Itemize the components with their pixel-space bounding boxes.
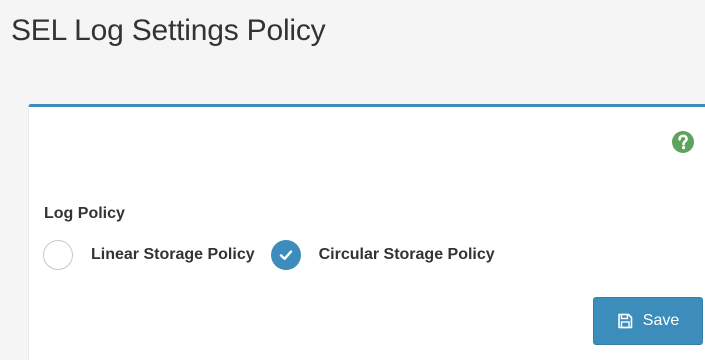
log-policy-radio-group: Linear Storage Policy Circular Storage P… [43,238,495,272]
page: SEL Log Settings Policy Log Policy Linea… [0,0,705,360]
floppy-disk-icon [617,313,633,329]
settings-panel: Log Policy Linear Storage Policy Circula… [28,104,705,360]
linear-storage-policy-option[interactable]: Linear Storage Policy [43,240,255,270]
question-circle-icon [672,131,694,153]
help-icon[interactable] [671,130,695,154]
circular-storage-policy-option[interactable]: Circular Storage Policy [270,240,495,270]
circular-storage-policy-radio[interactable] [270,240,301,270]
log-policy-label: Log Policy [44,205,125,222]
linear-storage-policy-radio[interactable] [43,240,73,270]
checkmark-icon [279,250,292,260]
circular-storage-policy-label: Circular Storage Policy [318,246,495,263]
save-button[interactable]: Save [593,297,703,345]
page-title: SEL Log Settings Policy [11,14,326,47]
linear-storage-policy-label: Linear Storage Policy [91,246,255,263]
save-button-label: Save [642,312,680,329]
